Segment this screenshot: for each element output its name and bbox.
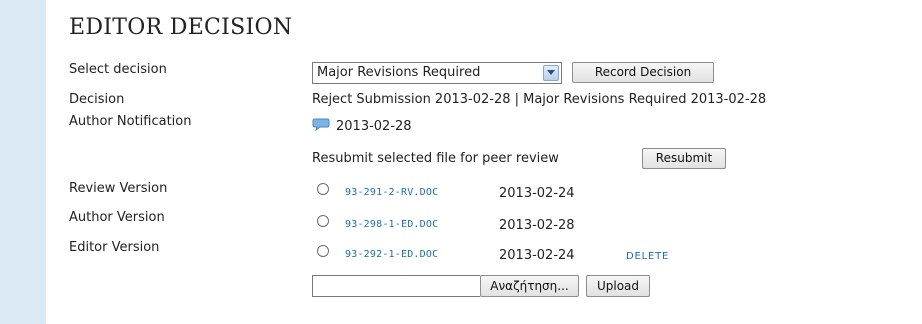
author-version-date: 2013-02-28	[499, 218, 575, 233]
file-path-input[interactable]	[312, 275, 480, 297]
editor-version-date: 2013-02-24	[499, 248, 575, 263]
chevron-down-icon[interactable]	[543, 65, 559, 81]
record-decision-button[interactable]: Record Decision	[572, 62, 714, 83]
decision-label: Decision	[69, 92, 125, 107]
select-decision-label: Select decision	[69, 62, 167, 77]
browse-button[interactable]: Αναζήτηση...	[480, 275, 579, 297]
author-notification-label: Author Notification	[69, 114, 192, 129]
left-sidebar-strip	[0, 0, 46, 324]
upload-button[interactable]: Upload	[586, 275, 650, 297]
section-title: EDITOR DECISION	[69, 15, 293, 40]
resubmit-button[interactable]: Resubmit	[642, 148, 726, 169]
decision-select[interactable]: Major Revisions Required	[312, 62, 562, 84]
author-version-file-link[interactable]: 93-298-1-ED.DOC	[345, 219, 438, 230]
review-version-radio[interactable]	[317, 183, 329, 195]
editor-version-file-link[interactable]: 93-292-1-ED.DOC	[345, 249, 438, 260]
notification-date: 2013-02-28	[336, 119, 412, 134]
review-version-date: 2013-02-24	[499, 186, 575, 201]
speech-bubble-icon[interactable]	[312, 118, 330, 132]
editor-version-radio[interactable]	[317, 245, 329, 257]
decision-select-value: Major Revisions Required	[317, 65, 481, 80]
decision-history: Reject Submission 2013-02-28 | Major Rev…	[312, 92, 767, 107]
version-label: Author Version	[69, 210, 165, 225]
review-version-file-link[interactable]: 93-291-2-RV.DOC	[345, 187, 438, 198]
delete-link[interactable]: DELETE	[626, 251, 669, 262]
editor-decision-panel: EDITOR DECISION Select decision Major Re…	[46, 0, 922, 324]
version-label: Editor Version	[69, 240, 160, 255]
version-label: Review Version	[69, 181, 168, 196]
resubmit-text: Resubmit selected file for peer review	[312, 151, 559, 166]
author-version-radio[interactable]	[317, 215, 329, 227]
